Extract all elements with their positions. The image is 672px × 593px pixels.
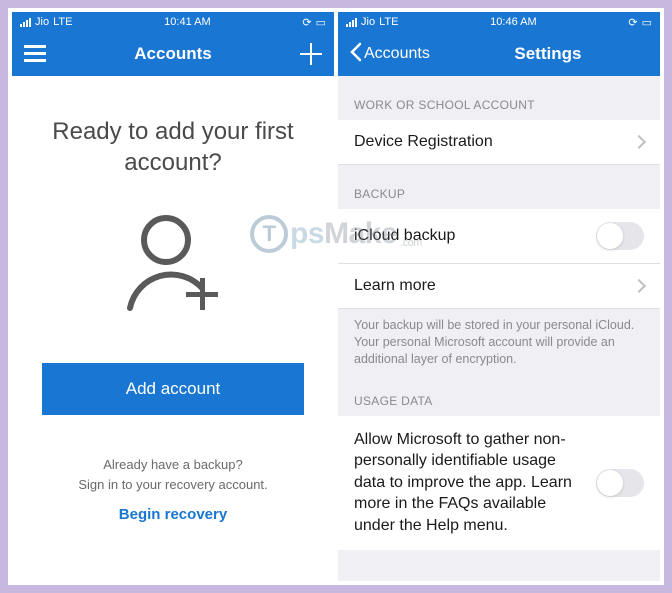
- network-label: LTE: [53, 16, 72, 28]
- battery-icon: ▭: [642, 16, 652, 29]
- icloud-backup-cell: iCloud backup: [338, 209, 660, 264]
- settings-list: WORK OR SCHOOL ACCOUNT Device Registrati…: [338, 76, 660, 581]
- carrier-label: Jio: [361, 16, 375, 28]
- backup-prompt: Already have a backup? Sign in to your r…: [78, 455, 267, 494]
- icloud-backup-toggle[interactable]: [596, 222, 644, 250]
- menu-icon[interactable]: [24, 45, 46, 63]
- cell-label: Learn more: [354, 277, 436, 295]
- learn-more-cell[interactable]: Learn more: [338, 264, 660, 309]
- page-title: Settings: [514, 44, 581, 64]
- cell-label: iCloud backup: [354, 227, 455, 245]
- section-header-usage: USAGE DATA: [338, 372, 660, 416]
- cell-label: Device Registration: [354, 133, 493, 151]
- accounts-screen: Jio LTE 10:41 AM ⟳ ▭ Accounts Ready to a…: [12, 12, 334, 581]
- status-bar: Jio LTE 10:41 AM ⟳ ▭: [12, 12, 334, 32]
- clock-label: 10:41 AM: [164, 16, 210, 28]
- orientation-lock-icon: ⟳: [302, 16, 311, 29]
- settings-screen: Jio LTE 10:46 AM ⟳ ▭ Accounts Settings W…: [338, 12, 660, 581]
- status-bar: Jio LTE 10:46 AM ⟳ ▭: [338, 12, 660, 32]
- add-icon[interactable]: [300, 43, 322, 65]
- signal-icon: [346, 18, 357, 27]
- network-label: LTE: [379, 16, 398, 28]
- chevron-left-icon: [350, 42, 362, 67]
- device-registration-cell[interactable]: Device Registration: [338, 120, 660, 165]
- begin-recovery-link[interactable]: Begin recovery: [119, 506, 227, 523]
- nav-bar: Accounts Settings: [338, 32, 660, 76]
- add-account-button[interactable]: Add account: [42, 363, 304, 415]
- main-content: Ready to add your first account? Add acc…: [12, 76, 334, 581]
- back-label: Accounts: [364, 45, 430, 63]
- back-button[interactable]: Accounts: [350, 42, 430, 67]
- battery-icon: ▭: [316, 16, 326, 29]
- section-header-backup: BACKUP: [338, 165, 660, 209]
- nav-bar: Accounts: [12, 32, 334, 76]
- usage-text: Allow Microsoft to gather non-personally…: [354, 429, 584, 537]
- backup-footer-text: Your backup will be stored in your perso…: [338, 309, 660, 372]
- carrier-label: Jio: [35, 16, 49, 28]
- page-title: Accounts: [134, 44, 211, 64]
- orientation-lock-icon: ⟳: [628, 16, 637, 29]
- signal-icon: [20, 18, 31, 27]
- clock-label: 10:46 AM: [490, 16, 536, 28]
- usage-data-cell: Allow Microsoft to gather non-personally…: [338, 416, 660, 550]
- headline: Ready to add your first account?: [42, 116, 304, 178]
- section-header-work: WORK OR SCHOOL ACCOUNT: [338, 76, 660, 120]
- user-plus-icon: [118, 208, 228, 323]
- usage-data-toggle[interactable]: [596, 469, 644, 497]
